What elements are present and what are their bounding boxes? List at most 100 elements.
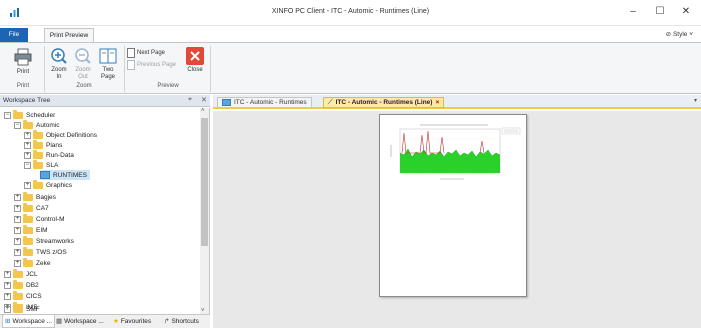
tree-node-label: Plans [46, 141, 63, 149]
expand-icon[interactable]: + [14, 226, 21, 234]
expand-icon[interactable]: + [14, 237, 21, 245]
grid-icon: ▦ [56, 318, 63, 325]
doc-tab-label: ITC - Automic - Runtimes (Line) [335, 99, 433, 106]
tab-label: Shortcuts [171, 317, 199, 325]
tree-node-runtimes[interactable]: RUNTIMES [40, 170, 90, 180]
tree-node-plans[interactable]: + Plans [24, 139, 63, 150]
shortcut-icon: ↱ [164, 318, 170, 325]
zoom-in-label-1: Zoom [51, 67, 67, 73]
tab-print-preview[interactable]: Print Preview [44, 28, 94, 43]
close-preview-button[interactable]: Close [184, 47, 206, 74]
close-window-button[interactable]: ✕ [677, 4, 695, 20]
collapse-icon[interactable]: − [14, 121, 21, 129]
tree-node-object-definitions[interactable]: + Object Definitions [24, 129, 97, 140]
tree-node-label: Run-Data [46, 151, 74, 159]
tree-node-streamworks[interactable]: + Streamworks [14, 235, 74, 246]
close-tab-icon[interactable]: × [435, 99, 439, 106]
chevron-up-icon[interactable]: ˄ [201, 108, 205, 114]
collapse-icon[interactable]: − [4, 111, 11, 119]
expand-icon[interactable]: + [24, 181, 31, 189]
star-icon: ★ [113, 318, 119, 325]
document-tabs: ITC - Automic - Runtimes ⟋ ITC - Automic… [213, 95, 701, 109]
chart-thumbnail-image [390, 124, 521, 180]
expand-icon[interactable]: + [14, 204, 21, 212]
minimize-button[interactable]: – [624, 4, 642, 20]
folder-icon [23, 202, 33, 212]
tree-node-cics[interactable]: + CICS [4, 290, 42, 301]
tree-node-eim[interactable]: + EIM [14, 224, 48, 235]
zoom-in-label-2: In [56, 74, 62, 80]
doc-tab-runtimes-line[interactable]: ⟋ ITC - Automic - Runtimes (Line) × [323, 97, 445, 108]
tree-scrollbar-thumb[interactable] [201, 118, 208, 246]
expand-icon[interactable]: + [14, 248, 21, 256]
zoom-out-icon [75, 48, 91, 64]
print-label: Print [16, 69, 30, 75]
tree-node-ca7[interactable]: + CA7 [14, 202, 49, 213]
two-page-button[interactable]: Two Page [97, 47, 119, 81]
tree-icon: ⊞ [5, 318, 11, 325]
collapse-icon[interactable]: − [24, 161, 31, 169]
print-preview-area [213, 111, 701, 328]
tree-node-graphics[interactable]: + Graphics [24, 179, 72, 190]
tree-node-jcl[interactable]: + JCL [4, 268, 38, 279]
tree-node-db2[interactable]: + DB2 [4, 279, 39, 290]
folder-icon [23, 213, 33, 223]
folder-icon [23, 191, 33, 201]
expand-icon[interactable]: + [14, 215, 21, 223]
expand-icon[interactable]: + [4, 305, 11, 313]
folder-icon [13, 303, 23, 313]
expand-icon[interactable]: + [4, 281, 11, 289]
print-button[interactable]: Print [6, 47, 40, 76]
tab-workspace-tree[interactable]: ⊞ Workspace ... [2, 315, 56, 328]
doc-tab-label: ITC - Automic - Runtimes [234, 99, 307, 106]
maximize-button[interactable]: ☐ [651, 4, 669, 20]
tab-label: Favourites [120, 317, 152, 325]
expand-icon[interactable]: + [14, 193, 21, 201]
zoom-in-button[interactable]: Zoom In [48, 47, 70, 81]
expand-icon[interactable]: + [24, 131, 31, 139]
expand-icon[interactable]: + [24, 151, 31, 159]
doc-tab-runtimes[interactable]: ITC - Automic - Runtimes [217, 97, 312, 108]
pin-icon[interactable]: ⌖ [188, 96, 192, 104]
tree-node-run-data[interactable]: + Run-Data [24, 149, 74, 160]
tree-node-label: Object Definitions [46, 131, 97, 139]
zoom-out-label-2: Out [78, 74, 88, 80]
expand-icon[interactable]: + [4, 270, 11, 278]
expand-icon[interactable]: + [24, 141, 31, 149]
tree-node-scheduler[interactable]: − Scheduler [4, 109, 56, 120]
window-title: XINFO PC Client - ITC - Automic - Runtim… [271, 8, 430, 15]
style-menu[interactable]: ⊘ Style ˅ [666, 30, 693, 38]
tab-file[interactable]: File [0, 28, 28, 42]
tab-workspace-2[interactable]: ▦ Workspace ... [56, 317, 104, 326]
zoom-out-label-1: Zoom [75, 67, 91, 73]
expand-icon[interactable]: + [4, 292, 11, 300]
expand-icon[interactable]: + [14, 259, 21, 267]
tree-node-automic[interactable]: − Automic [14, 119, 60, 130]
tree-node-label: CICS [26, 292, 42, 300]
group-label-zoom: Zoom [76, 83, 92, 89]
tree-node-tws-zos[interactable]: + TWS z/OS [14, 246, 67, 257]
tree-node-label: Streamworks [36, 237, 74, 245]
tree-node-smf-visible[interactable]: + SMF [4, 303, 40, 314]
folder-icon [13, 290, 23, 300]
close-panel-icon[interactable]: ✕ [201, 96, 207, 104]
tab-favourites[interactable]: ★ Favourites [113, 317, 152, 326]
previous-page-button[interactable]: Previous Page [127, 60, 176, 70]
folder-icon [23, 224, 33, 234]
tree-node-label: SLA [46, 161, 59, 169]
tree-node-control-m[interactable]: + Control-M [14, 213, 65, 224]
tree-node-label: CA7 [36, 204, 49, 212]
zoom-out-button[interactable]: Zoom Out [72, 47, 94, 81]
tree-node-label: Scheduler [26, 111, 56, 119]
tree-node-zeke[interactable]: + Zeke [14, 257, 50, 268]
two-page-label-1: Two [102, 67, 114, 73]
tree-node-label: DB2 [26, 281, 39, 289]
tree-node-label: Automic [36, 121, 60, 129]
page-icon [127, 60, 135, 70]
tab-shortcuts[interactable]: ↱ Shortcuts [164, 317, 199, 326]
tree-node-bagjes[interactable]: + Bagjes [14, 191, 56, 202]
tree-node-sla[interactable]: − SLA [24, 159, 59, 170]
tab-list-dropdown-icon[interactable]: ▾ [694, 97, 697, 104]
next-page-button[interactable]: Next Page [127, 48, 165, 58]
workspace-tree: − Scheduler − Automic + Object Definitions … [0, 108, 210, 314]
